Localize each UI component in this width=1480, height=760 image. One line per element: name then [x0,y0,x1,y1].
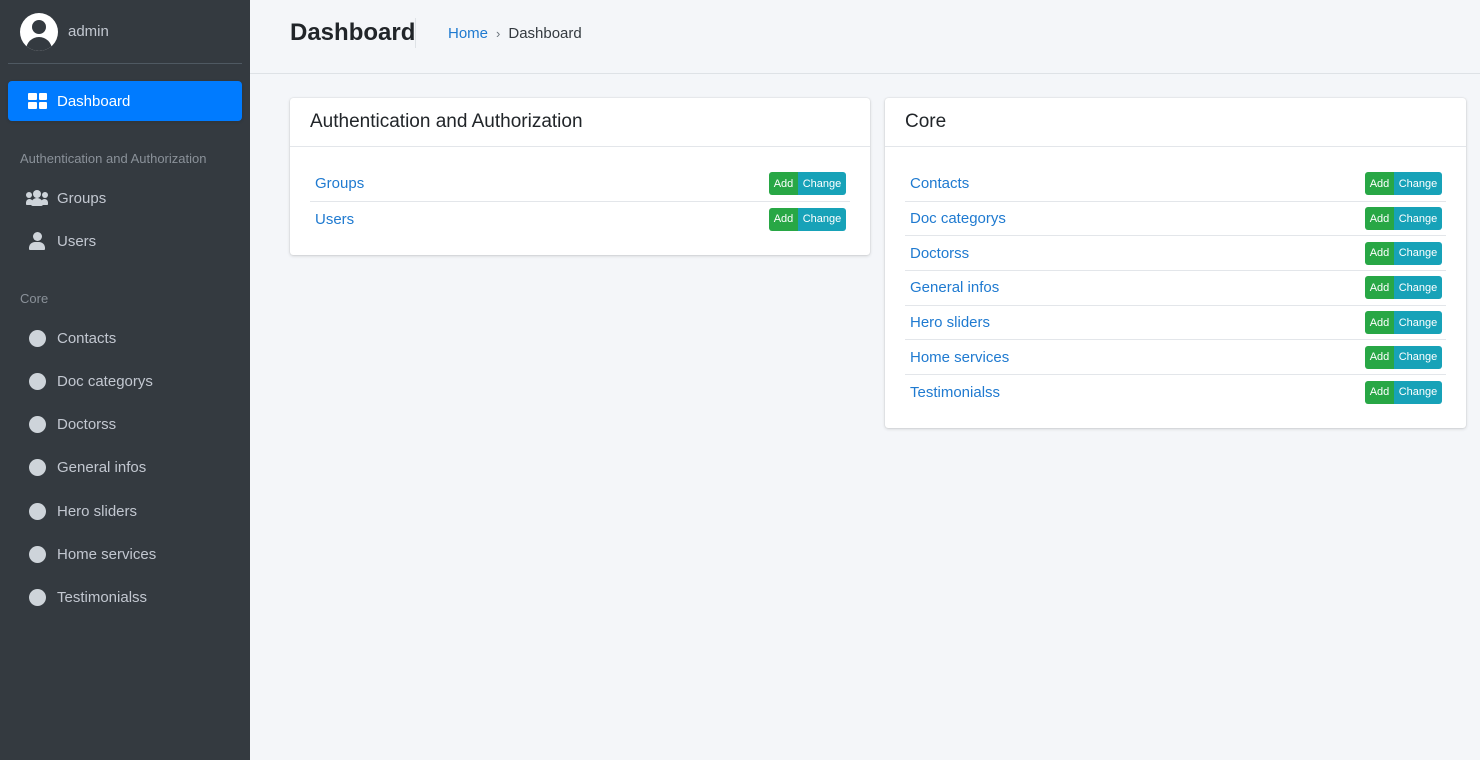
sidebar-item-label: Hero sliders [57,502,138,520]
model-row: Doctorss Add Change [905,236,1446,272]
breadcrumb-home-link[interactable]: Home [448,25,488,42]
change-button[interactable]: Change [1394,276,1442,300]
model-row: Testimonialss Add Change [905,375,1446,410]
circle-icon [28,545,46,563]
change-button[interactable]: Change [1394,172,1442,196]
circle-icon [28,415,46,433]
page-title: Dashboard [290,19,416,46]
model-link-doc-categorys[interactable]: Doc categorys [910,210,1006,227]
sidebar-section-header: Authentication and Authorization [20,151,207,166]
sidebar-item-label: Doc categorys [57,372,153,390]
change-button[interactable]: Change [1394,380,1442,404]
model-row: Home services Add Change [905,340,1446,376]
sidebar-item-users[interactable]: Users [8,222,242,260]
model-link-contacts[interactable]: Contacts [910,175,969,192]
model-link-testimonialss[interactable]: Testimonialss [910,384,1000,401]
user-panel[interactable]: admin [8,0,242,64]
sidebar: admin Dashboard Authentication and Autho… [0,0,250,760]
avatar-icon [20,12,58,51]
change-button[interactable]: Change [1394,345,1442,369]
app-card-auth: Authentication and Authorization Groups … [290,98,870,255]
model-link-general-infos[interactable]: General infos [910,279,999,296]
sidebar-item-label: Home services [57,545,157,563]
model-link-doctorss[interactable]: Doctorss [910,245,969,262]
model-link-hero-sliders[interactable]: Hero sliders [910,314,990,331]
sidebar-item-label: Doctorss [57,415,117,433]
breadcrumb-current: Dashboard [508,25,582,42]
change-button[interactable]: Change [1394,311,1442,335]
change-button[interactable]: Change [1394,207,1442,231]
sidebar-item-label: General infos [57,458,147,476]
sidebar-item-label: Contacts [57,329,117,347]
sidebar-item-doc-categorys[interactable]: Doc categorys [8,362,242,400]
add-button[interactable]: Add [1365,380,1394,404]
change-button[interactable]: Change [798,207,846,231]
circle-icon [28,588,46,606]
username[interactable]: admin [68,23,109,40]
dashboard-icon [28,93,47,109]
model-row: Users Add Change [310,202,850,237]
breadcrumb-separator: › [496,26,501,41]
add-button[interactable]: Add [1365,345,1394,369]
model-row: Groups Add Change [310,167,850,202]
add-button[interactable]: Add [1365,311,1394,335]
change-button[interactable]: Change [798,172,846,196]
model-link-groups[interactable]: Groups [315,175,364,192]
content-header: Dashboard Home › Dashboard [250,0,1480,74]
sidebar-item-home-services[interactable]: Home services [8,535,242,573]
card-title: Core [885,98,1466,147]
add-button[interactable]: Add [1365,276,1394,300]
card-title: Authentication and Authorization [290,98,870,147]
sidebar-item-label: Dashboard [57,92,131,110]
add-button[interactable]: Add [1365,172,1394,196]
users-icon [26,190,48,206]
sidebar-item-hero-sliders[interactable]: Hero sliders [8,492,242,530]
sidebar-item-testimonialss[interactable]: Testimonialss [8,578,242,616]
sidebar-item-label: Groups [57,189,107,207]
circle-icon [28,372,46,390]
model-link-users[interactable]: Users [315,211,354,228]
model-row: Hero sliders Add Change [905,306,1446,341]
sidebar-item-doctorss[interactable]: Doctorss [8,405,242,443]
add-button[interactable]: Add [769,172,798,196]
sidebar-item-general-infos[interactable]: General infos [8,448,242,486]
model-row: Contacts Add Change [905,167,1446,202]
model-link-home-services[interactable]: Home services [910,349,1009,366]
sidebar-item-label: Users [57,232,97,250]
breadcrumb: Home › Dashboard [448,25,582,42]
add-button[interactable]: Add [769,207,798,231]
circle-icon [28,329,46,347]
add-button[interactable]: Add [1365,241,1394,265]
sidebar-item-contacts[interactable]: Contacts [8,319,242,357]
sidebar-item-dashboard[interactable]: Dashboard [8,81,242,121]
header-divider [415,18,416,48]
sidebar-item-label: Testimonialss [57,588,148,606]
add-button[interactable]: Add [1365,207,1394,231]
model-row: Doc categorys Add Change [905,202,1446,237]
sidebar-section-header: Core [20,291,49,306]
user-icon [26,232,48,250]
circle-icon [28,458,46,476]
sidebar-item-groups[interactable]: Groups [8,179,242,217]
model-row: General infos Add Change [905,271,1446,306]
change-button[interactable]: Change [1394,241,1442,265]
circle-icon [28,502,46,520]
app-card-core: Core Contacts Add Change Doc categorys A… [885,98,1466,428]
